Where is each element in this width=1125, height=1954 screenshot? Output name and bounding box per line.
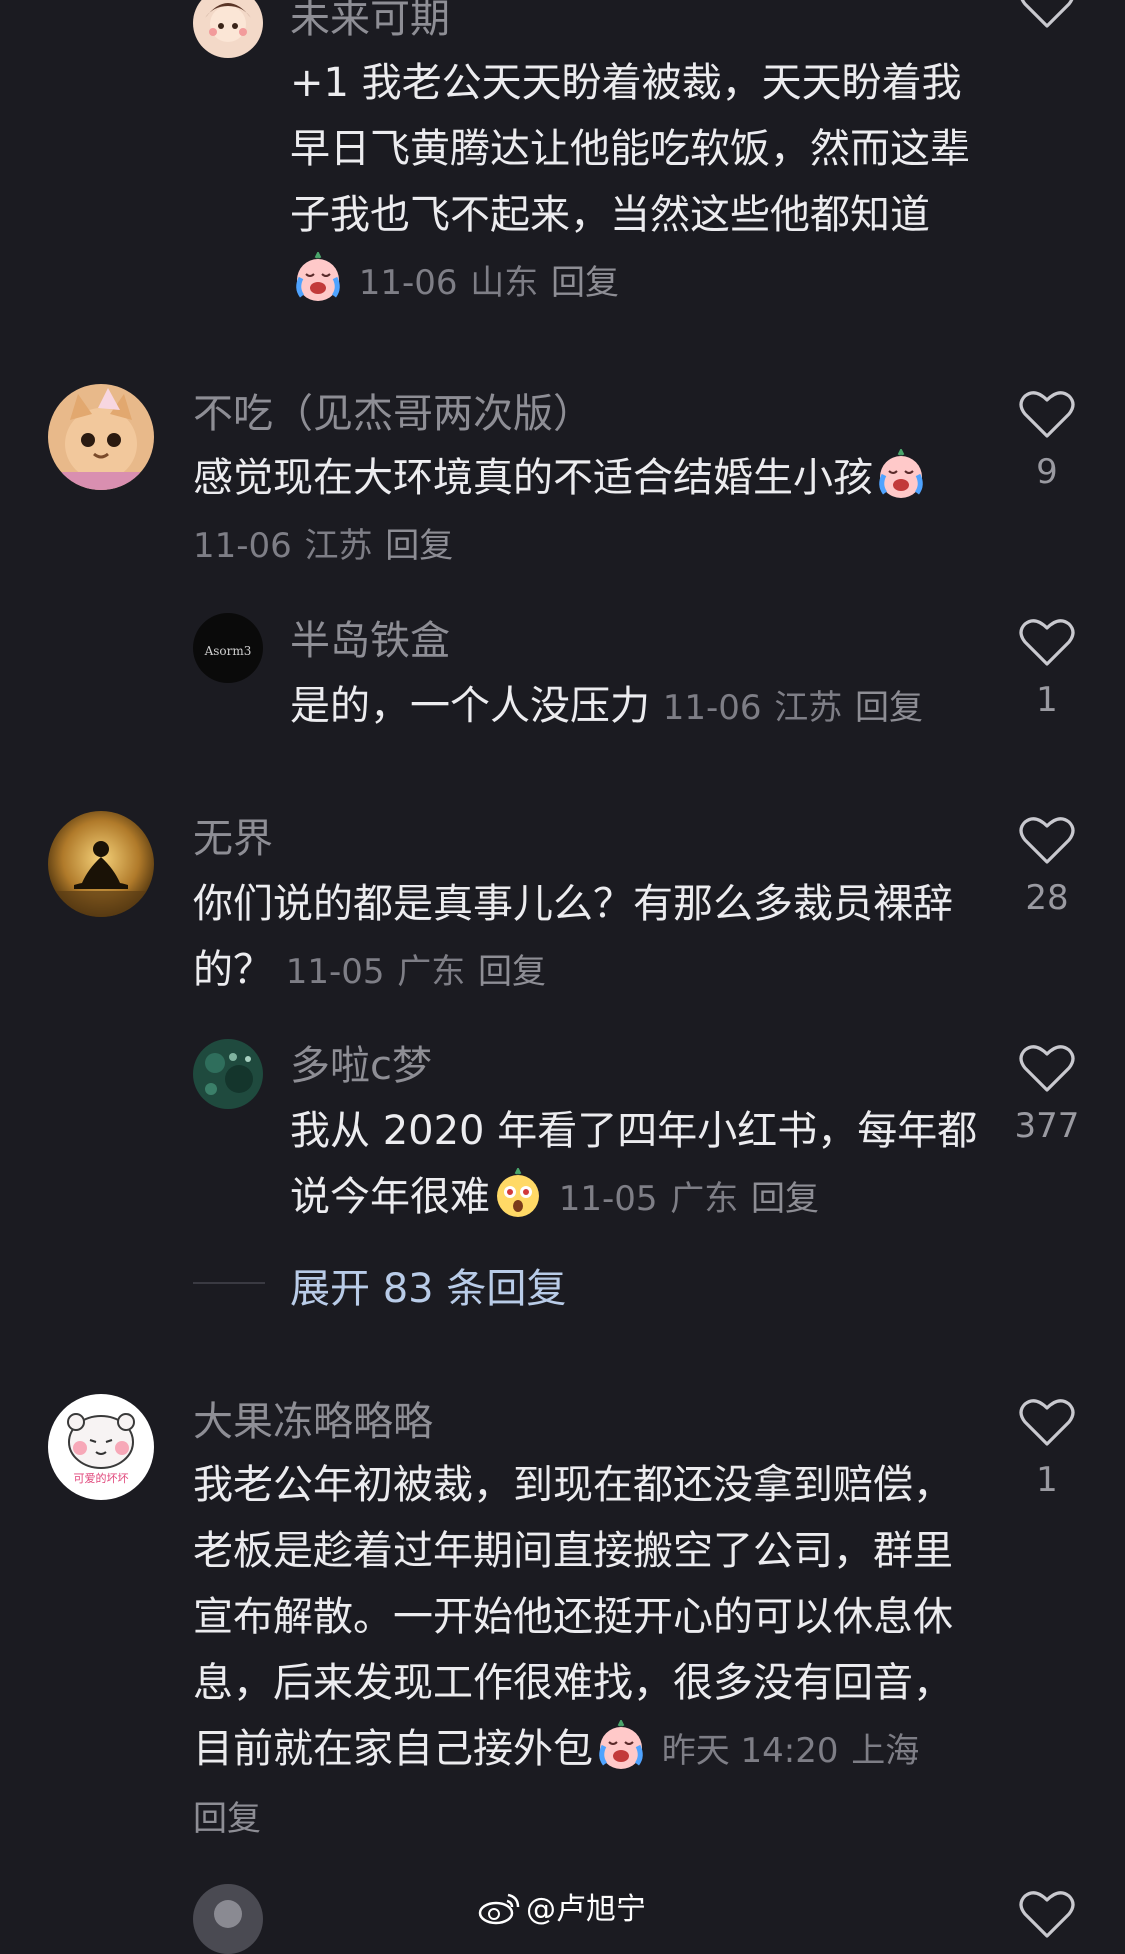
comment-date: 11-05 [285,952,385,992]
reply-button[interactable]: 回复 [751,1179,819,1219]
comment-date: 昨天 14:20 [661,1731,839,1771]
avatar[interactable] [48,384,154,490]
reply-button[interactable]: 回复 [193,1799,261,1839]
comment-location: 江苏 [774,688,843,728]
username[interactable]: 半岛铁盒 [290,614,450,668]
heart-icon [1019,1045,1075,1092]
heart-icon [1019,1399,1075,1446]
username[interactable]: 无界 [193,812,273,866]
comment-text: 是的，一个人没压力 11-06 江苏 回复 [290,683,923,729]
like-count: 28 [1025,878,1069,918]
comment-date: 11-06 [358,263,458,303]
crying-emoji [595,1720,647,1772]
comment-text: 感觉现在大环境真的不适合结婚生小孩 11-06 江苏 回复 [193,445,953,579]
comment-date: 11-06 [662,688,762,728]
heart-icon [1020,0,1074,28]
avatar[interactable] [193,1039,263,1109]
avatar[interactable] [193,0,263,58]
reply-button[interactable]: 回复 [551,263,619,303]
watermark: @卢旭宁 [478,1884,646,1933]
like-button[interactable]: 9 [1002,390,1092,492]
weibo-icon [478,1891,522,1933]
crying-emoji [292,252,344,304]
like-button[interactable]: 1 [1002,1398,1092,1500]
like-count: 377 [1014,1106,1080,1146]
surprised-emoji [492,1168,544,1220]
like-button[interactable]: 377 [1002,1044,1092,1146]
reply-button[interactable]: 回复 [478,952,546,992]
avatar[interactable]: 可爱的坏坏 [48,1394,154,1500]
heart-icon [1019,1891,1075,1938]
comment-location: 上海 [851,1731,920,1771]
divider [193,1282,265,1284]
avatar[interactable]: Asorm3 [193,613,263,683]
username[interactable]: 多啦c梦 [290,1039,432,1093]
comment-location: 广东 [670,1179,739,1219]
comment-location: 江苏 [304,526,373,566]
like-count: 1 [1036,680,1058,720]
comment-text: 我老公年初被裁，到现在都还没拿到赔偿，老板是趁着过年期间直接搬空了公司，群里宣布… [193,1462,953,1839]
avatar[interactable] [193,1884,263,1954]
like-count: 9 [1036,452,1058,492]
comment-text: 我从 2020 年看了四年小红书，每年都说今年很难 11-05 广东 回复 [290,1108,978,1220]
comment-text: 你们说的都是真事儿么？有那么多裁员裸辞的？ 11-05 广东 回复 [193,881,953,993]
avatar-caption: 可爱的坏坏 [74,1471,129,1485]
comment-location: 山东 [470,263,539,303]
comment-text: +1 我老公天天盼着被裁，天天盼着我早日飞黄腾达让他能吃软饭，然而这辈子我也飞不… [290,60,970,304]
crying-emoji [875,449,927,501]
heart-icon [1019,619,1075,666]
comment-location: 广东 [397,952,466,992]
heart-icon [1019,817,1075,864]
like-count: 1 [1036,1460,1058,1500]
reply-button[interactable]: 回复 [855,688,923,728]
username[interactable]: 大果冻略略略 [193,1395,433,1449]
expand-replies-button[interactable]: 展开 83 条回复 [290,1256,566,1314]
heart-icon [1019,391,1075,438]
comment-date: 11-06 [193,526,292,566]
svg-text:Asorm3: Asorm3 [204,644,252,658]
username[interactable]: 未来可期 [290,0,450,46]
comment-date: 11-05 [558,1179,658,1219]
reply-button[interactable]: 回复 [385,526,453,566]
like-button[interactable]: 1 [1002,618,1092,720]
username[interactable]: 不吃（见杰哥两次版） [193,387,593,441]
like-button[interactable] [1002,1890,1092,1940]
like-button[interactable]: 28 [1002,816,1092,918]
like-button[interactable] [1002,0,1092,30]
avatar[interactable] [48,811,154,917]
